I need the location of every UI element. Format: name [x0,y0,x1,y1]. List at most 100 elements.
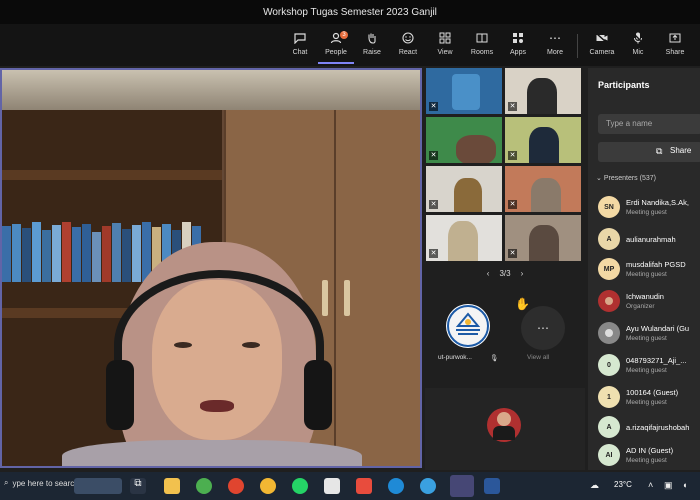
video-tile[interactable]: ✕ [426,68,502,114]
avatar: AI [598,444,620,466]
avatar: MP [598,258,620,280]
speaker-shirt [62,440,362,466]
participant-role: Meeting guest [626,399,667,406]
book [132,225,141,282]
chrome-icon[interactable] [228,478,244,494]
network-icon[interactable]: ▣ [664,480,673,491]
whatsapp-icon[interactable] [292,478,308,494]
participant-item[interactable]: 0 048793271_Aji_... Meeting guest [598,354,700,382]
tile-person [448,221,478,261]
volume-icon[interactable]: ◖ [682,480,687,490]
taskbar-search[interactable]: ⌕ ype here to search [4,478,79,488]
mic-icon [631,31,645,45]
share-invite-button[interactable]: ⧉ Share [598,142,700,162]
file-explorer-icon[interactable] [164,478,180,494]
video-tile[interactable]: ✕ [426,166,502,212]
edge-icon[interactable] [420,478,436,494]
camera-icon [595,31,609,45]
view-all-button[interactable]: ⋯ [521,306,565,350]
rooms-button[interactable]: Rooms [464,28,500,64]
weather-icon: ☁ [590,480,599,490]
pager-prev-icon[interactable]: ‹ [487,269,490,278]
temperature: 23°C [614,480,632,489]
self-view[interactable] [425,388,585,470]
teams-icon[interactable] [450,475,474,497]
widget-icon[interactable] [74,478,122,494]
apps-button[interactable]: Apps [500,28,536,64]
mic-off-icon: ✕ [429,200,438,209]
video-tile[interactable]: ✕ [505,215,581,261]
mic-off-icon: ✕ [429,151,438,160]
video-tile[interactable]: ✕ [426,117,502,163]
participant-role: Meeting guest [626,209,667,216]
participant-item[interactable]: A aulianurahmah [598,228,700,256]
participant-item[interactable]: AI AD IN (Guest) Meeting guest [598,444,700,472]
participant-role: Meeting guest [626,271,667,278]
chrome-icon[interactable] [196,478,212,494]
participant-item[interactable]: Ichwanudin Organizer [598,290,700,318]
app-icon[interactable] [356,478,372,494]
avatar-face [605,297,613,305]
tile-person [527,78,557,114]
tile-person [529,127,559,163]
top-shelf [2,70,420,110]
avatar: A [598,228,620,250]
door-handle [344,280,350,316]
view-button[interactable]: View [427,28,463,64]
participant-item[interactable]: MP musdalifah PGSD Meeting guest [598,258,700,286]
participant-role: Meeting guest [626,335,667,342]
book [52,225,61,282]
word-icon[interactable] [484,478,500,494]
video-tile[interactable]: ✕ [505,68,581,114]
share-invite-label: Share [670,146,692,155]
participant-name: Erdi Nandika,S.Ak, [626,198,689,207]
participant-role: Meeting guest [626,367,667,374]
mic-icon: 🎙 [490,355,499,362]
tile-person [529,225,559,261]
people-badge: 3 [340,31,348,39]
react-button[interactable]: React [390,28,426,64]
raise-hand-button[interactable]: Raise [354,28,390,64]
chrome-icon[interactable] [260,478,276,494]
raise-hand-icon: ✋ [515,297,530,311]
participant-role: Meeting guest [626,457,667,464]
mic-button[interactable]: Mic [620,28,656,64]
task-view-icon[interactable]: ⧉ [130,478,146,494]
headset-earcup [304,360,332,430]
people-button[interactable]: 3 People [318,28,354,64]
more-button[interactable]: ⋯ More [537,28,573,64]
app-icon[interactable] [324,478,340,494]
mic-label: Mic [632,49,644,56]
participant-name: 100164 (Guest) [626,388,679,397]
door-handle [322,280,328,316]
react-icon [401,31,415,45]
window-title-bar: Workshop Tugas Semester 2023 Ganjil [0,0,700,24]
search-input[interactable]: Type a name [598,114,700,134]
shelf-board [2,170,222,180]
chevron-up-icon[interactable]: ˄ [648,480,653,490]
participant-item[interactable]: 1 100164 (Guest) Meeting guest [598,386,700,414]
pager-next-icon[interactable]: › [521,269,524,278]
camera-button[interactable]: Camera [584,28,620,64]
edge-icon[interactable] [388,478,404,494]
book [2,226,11,282]
participant-item[interactable]: A a.rizaqifajrushobah [598,416,700,444]
share-link-icon: ⧉ [656,146,663,156]
avatar [598,322,620,344]
presenters-header[interactable]: ⌄ Presenters (537) [596,174,656,182]
video-tile[interactable]: ✕ [505,166,581,212]
chevron-down-icon: ⌄ [596,175,602,182]
share-button[interactable]: Share [657,28,693,64]
main-speaker-video[interactable] [0,68,422,468]
video-tile[interactable]: ✕ [505,117,581,163]
participant-item[interactable]: Ayu Wulandari (Gu Meeting guest [598,322,700,350]
participant-name: 048793271_Aji_... [626,356,687,365]
avatar: SN [598,196,620,218]
chat-button[interactable]: Chat [282,28,318,64]
avatar: 1 [598,386,620,408]
tile-person [531,178,561,212]
video-tile[interactable]: ✕ [426,215,502,261]
participant-item[interactable]: SN Erdi Nandika,S.Ak, Meeting guest [598,196,700,224]
cabinet-door [334,110,420,466]
participant-avatar[interactable] [446,304,490,348]
